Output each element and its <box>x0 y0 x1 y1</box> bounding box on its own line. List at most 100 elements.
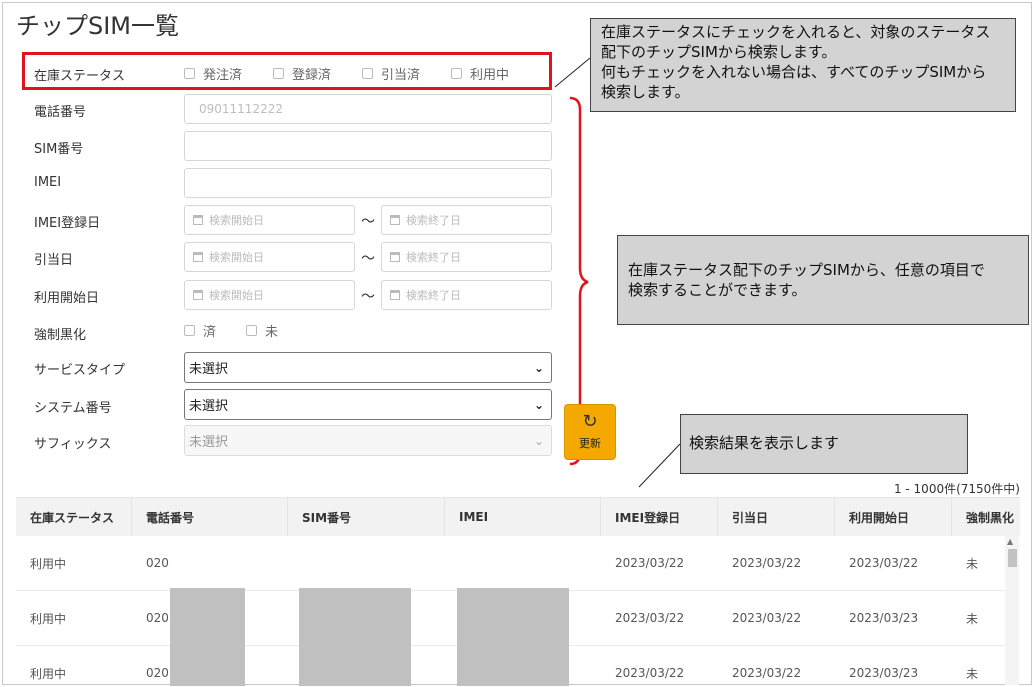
use-date-end-input[interactable]: 検索終了日 <box>381 280 552 310</box>
redacted-phone-mask <box>170 588 245 686</box>
calendar-icon <box>193 215 203 225</box>
cell-blackout: 未 <box>966 666 979 681</box>
checkbox-box[interactable] <box>184 67 195 79</box>
checkbox-label: 済 <box>203 324 217 340</box>
checkbox-in-use[interactable]: 利用中 <box>451 64 510 83</box>
chevron-down-icon: ⌄ <box>533 361 544 375</box>
system-no-label: システム番号 <box>34 401 112 416</box>
cell-use-date: 2023/03/23 <box>849 611 919 625</box>
range-separator: 〜 <box>361 214 375 230</box>
callout-line: 在庫ステータスにチェックを入れると、対象のステータス <box>601 23 991 41</box>
refresh-button[interactable]: ↻ 更新 <box>564 404 616 460</box>
results-table: 在庫ステータス 電話番号 SIM番号 IMEI IMEI登録日 引当日 利用開始… <box>16 497 1020 686</box>
suffix-select[interactable]: 未選択 ⌄ <box>184 425 552 456</box>
checkbox-box[interactable] <box>362 67 373 79</box>
table-header: 在庫ステータス 電話番号 SIM番号 IMEI IMEI登録日 引当日 利用開始… <box>16 498 1020 536</box>
imei-date-start-input[interactable]: 検索開始日 <box>184 205 355 235</box>
checkbox-label: 引当済 <box>381 67 421 83</box>
select-value: 未選択 <box>189 435 229 450</box>
cell-status: 利用中 <box>30 611 67 626</box>
checkbox-label: 発注済 <box>203 67 243 83</box>
callout-line: 検索することができます。 <box>628 281 807 299</box>
checkbox-registered[interactable]: 登録済 <box>273 64 332 83</box>
column-header[interactable]: SIM番号 <box>288 498 445 536</box>
checkbox-allocated[interactable]: 引当済 <box>362 64 421 83</box>
cell-phone: 020 <box>146 556 169 570</box>
service-type-select[interactable]: 未選択 ⌄ <box>184 352 552 383</box>
sim-input[interactable] <box>184 131 552 161</box>
result-count: 1 - 1000件(7150件中) <box>893 482 1020 496</box>
calendar-icon <box>193 252 203 262</box>
date-placeholder: 検索終了日 <box>406 251 461 264</box>
select-value: 未選択 <box>189 399 229 414</box>
use-date-label: 利用開始日 <box>34 291 100 306</box>
cell-sim <box>288 536 445 590</box>
date-placeholder: 検索終了日 <box>406 214 461 227</box>
cell-imei <box>445 536 601 590</box>
checkbox-label: 未 <box>265 324 279 340</box>
column-header[interactable]: 利用開始日 <box>835 498 952 536</box>
checkbox-box[interactable] <box>184 324 195 336</box>
scroll-up-icon[interactable]: ▲ <box>1007 537 1013 546</box>
checkbox-box[interactable] <box>451 67 462 79</box>
chevron-down-icon: ⌄ <box>533 434 544 448</box>
range-separator: 〜 <box>361 251 375 267</box>
system-no-select[interactable]: 未選択 ⌄ <box>184 389 552 420</box>
alloc-date-end-input[interactable]: 検索終了日 <box>381 242 552 272</box>
scrollbar-thumb[interactable] <box>1008 549 1017 567</box>
cell-alloc-date: 2023/03/22 <box>732 556 802 570</box>
phone-placeholder: 09011112222 <box>199 102 283 116</box>
calendar-icon <box>193 290 203 300</box>
calendar-icon <box>390 215 400 225</box>
phone-label: 電話番号 <box>34 105 87 120</box>
callout-line: 何もチェックを入れない場合は、すべてのチップSIMから <box>601 63 987 81</box>
table-body: 利用中 020 2023/03/22 2023/03/22 2023/03/22… <box>16 536 1020 686</box>
checkbox-blackout-not[interactable]: 未 <box>246 321 279 340</box>
table-row[interactable]: 利用中 020 2023/03/22 2023/03/22 2023/03/22… <box>16 536 1020 591</box>
callout-line: 在庫ステータス配下のチップSIMから、任意の項目で <box>628 261 985 279</box>
date-placeholder: 検索開始日 <box>209 289 264 302</box>
service-type-label: サービスタイプ <box>34 363 126 378</box>
cell-alloc-date: 2023/03/22 <box>732 666 802 680</box>
checkbox-blackout-done[interactable]: 済 <box>184 321 217 340</box>
callout-fields-note: 在庫ステータス配下のチップSIMから、任意の項目で 検索することができます。 <box>617 235 1029 325</box>
checkbox-box[interactable] <box>246 324 257 336</box>
cell-use-date: 2023/03/23 <box>849 666 919 680</box>
checkbox-label: 利用中 <box>470 67 510 83</box>
cell-blackout: 未 <box>966 611 979 626</box>
cell-imei-date: 2023/03/22 <box>615 611 685 625</box>
callout-line: 配下のチップSIMから検索します。 <box>601 43 837 61</box>
blackout-label: 強制黒化 <box>34 328 87 343</box>
column-header[interactable]: IMEI登録日 <box>601 498 718 536</box>
checkbox-box[interactable] <box>273 67 284 79</box>
refresh-label: 更新 <box>579 437 601 450</box>
alloc-date-start-input[interactable]: 検索開始日 <box>184 242 355 272</box>
callout-line: 検索結果を表示します <box>689 434 840 452</box>
imei-input[interactable] <box>184 168 552 198</box>
table-scrollbar[interactable]: ▲ <box>1005 535 1019 685</box>
sim-label: SIM番号 <box>34 142 84 157</box>
alloc-date-label: 引当日 <box>34 253 74 268</box>
imei-date-end-input[interactable]: 検索終了日 <box>381 205 552 235</box>
cell-status: 利用中 <box>30 666 67 681</box>
column-header[interactable]: 在庫ステータス <box>16 498 132 536</box>
callout-line: 検索します。 <box>601 83 690 101</box>
column-header[interactable]: IMEI <box>445 498 601 536</box>
redacted-sim-mask <box>299 588 411 686</box>
checkbox-label: 登録済 <box>292 67 332 83</box>
column-header[interactable]: 引当日 <box>718 498 835 536</box>
calendar-icon <box>390 252 400 262</box>
redacted-imei-mask <box>457 588 569 686</box>
date-placeholder: 検索開始日 <box>209 251 264 264</box>
column-header[interactable]: 強制黒化 <box>952 498 1020 536</box>
cell-alloc-date: 2023/03/22 <box>732 611 802 625</box>
checkbox-ordered[interactable]: 発注済 <box>184 64 243 83</box>
phone-input[interactable]: 09011112222 <box>184 94 552 124</box>
range-separator: 〜 <box>361 289 375 305</box>
callout-status-note: 在庫ステータスにチェックを入れると、対象のステータス 配下のチップSIMから検索… <box>590 18 1016 112</box>
use-date-start-input[interactable]: 検索開始日 <box>184 280 355 310</box>
date-placeholder: 検索開始日 <box>209 214 264 227</box>
callout-results-note: 検索結果を表示します <box>680 414 968 474</box>
column-header[interactable]: 電話番号 <box>132 498 288 536</box>
imei-date-label: IMEI登録日 <box>34 216 101 231</box>
